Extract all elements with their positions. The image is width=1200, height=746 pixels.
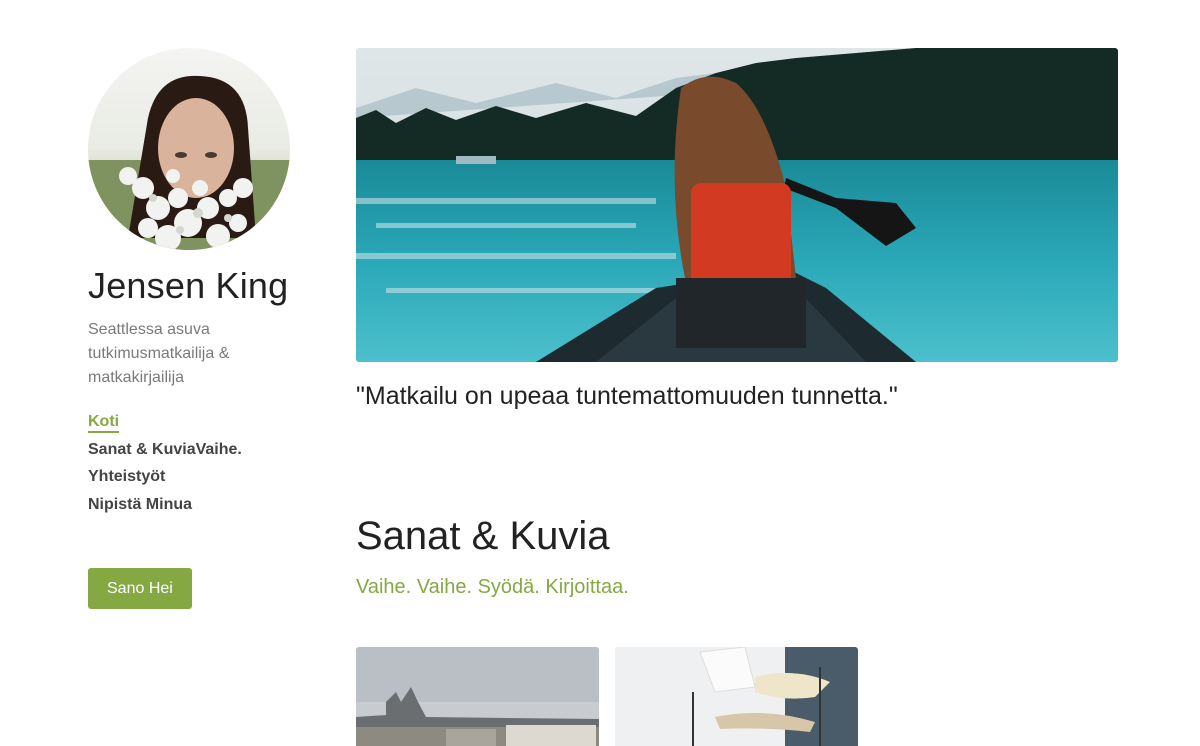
nav-item-label: Yhteistyöt <box>88 468 166 485</box>
avatar <box>88 48 290 250</box>
say-hi-button[interactable]: Sano Hei <box>88 568 192 609</box>
paris-photo <box>356 647 599 746</box>
nav-item-nipista-minua[interactable]: Nipistä Minua <box>88 491 308 519</box>
post-thumbnail-laundry[interactable] <box>615 647 858 746</box>
nav-item-yhteistyot[interactable]: Yhteistyöt <box>88 463 308 491</box>
page: Jensen King Seattlessa asuva tutkimusmat… <box>0 0 1200 746</box>
hero-image <box>356 48 1118 362</box>
nav-item-label: Koti <box>88 413 120 433</box>
nav-item-sanat-kuvia[interactable]: Sanat & KuviaVaihe. <box>88 436 308 464</box>
sidebar: Jensen King Seattlessa asuva tutkimusmat… <box>88 48 308 609</box>
nav-item-koti[interactable]: Koti <box>88 408 308 436</box>
avatar-photo <box>88 48 290 250</box>
nav-item-label: Nipistä Minua <box>88 495 193 513</box>
main-nav: Koti Sanat & KuviaVaihe. Yhteistyöt Nipi… <box>88 408 308 518</box>
profile-name: Jensen King <box>88 265 289 306</box>
section-subtitle: Vaihe. Vaihe. Syödä. Kirjoittaa. <box>356 576 629 598</box>
laundry-photo <box>615 647 858 746</box>
hero-photo <box>356 48 1118 362</box>
section-title: Sanat & Kuvia <box>356 514 610 558</box>
profile-tagline: Seattlessa asuva tutkimusmatkailija & ma… <box>88 321 230 386</box>
nav-item-label: Sanat & KuviaVaihe. <box>88 440 242 458</box>
hero-quote: "Matkailu on upeaa tuntemattomuuden tunn… <box>356 382 898 410</box>
post-thumbnail-paris[interactable] <box>356 647 599 746</box>
